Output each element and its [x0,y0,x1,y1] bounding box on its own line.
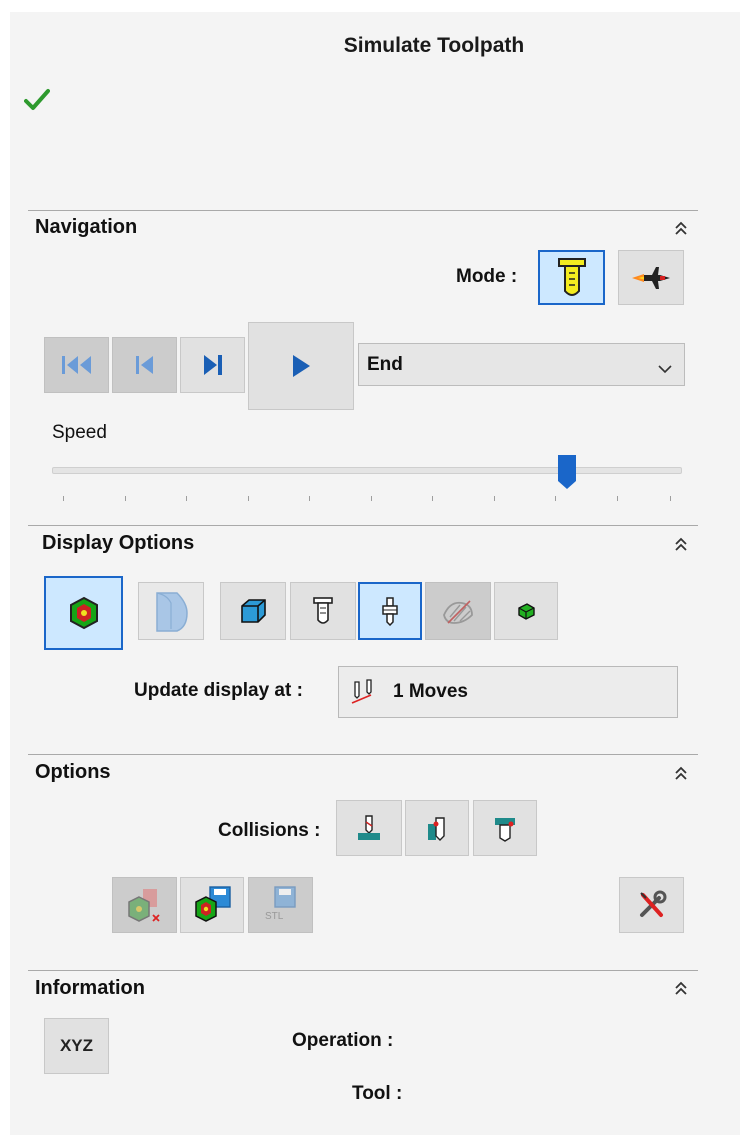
display-stock-button[interactable] [44,576,123,650]
collision-rapid-icon [495,818,515,842]
clear-stock-icon [127,889,160,922]
display-solid-button[interactable] [220,582,286,640]
step-back-button[interactable] [112,337,177,393]
play-button[interactable] [248,322,354,410]
step-mode-select[interactable]: End [358,343,685,386]
collapse-information-icon[interactable] [674,980,690,996]
collision-holder-button[interactable] [405,800,469,856]
display-toolpath-button[interactable] [425,582,491,640]
operation-label: Operation : [292,1030,394,1051]
tool-holder-icon [382,597,398,626]
xyz-button[interactable]: XYZ [44,1018,109,1074]
solid-cube-icon [241,599,266,623]
save-stock-button[interactable] [180,877,244,933]
divider [28,210,698,211]
display-transparent-button[interactable] [138,582,204,640]
fixture-icon [518,603,535,620]
simulate-toolpath-panel [10,12,740,1135]
update-display-label: Update display at : [134,680,303,701]
step-mode-value: End [367,353,403,375]
section-options-header: Options [35,761,111,783]
save-stl-icon: STL [265,886,296,922]
mode-label: Mode : [456,266,518,287]
page-title: Simulate Toolpath [343,34,525,57]
divider [28,754,698,755]
collision-shank-icon [358,815,380,840]
transparent-stock-icon [156,592,188,632]
divider [28,970,698,971]
clear-stock-button[interactable] [112,877,177,933]
tool-label: Tool : [352,1083,403,1104]
play-icon [293,355,310,377]
chevron-down-icon [658,358,672,380]
svg-text:STL: STL [265,911,284,922]
mode-tool-button[interactable] [538,250,605,305]
divider [28,525,698,526]
update-display-button[interactable]: 1 Moves [338,666,678,718]
step-forward-icon [203,355,222,375]
mode-rapid-button[interactable] [618,250,684,305]
display-tool-button[interactable] [290,582,356,640]
section-display-options-header: Display Options [42,532,195,554]
step-forward-button[interactable] [180,337,245,393]
section-navigation-header: Navigation [35,216,138,238]
display-fixture-button[interactable] [494,582,558,640]
collapse-options-icon[interactable] [674,765,690,781]
save-stock-icon [195,886,231,922]
toolpath-icon [443,600,473,624]
display-holder-button[interactable] [358,582,422,640]
section-information-header: Information [35,977,145,999]
speed-label: Speed [52,422,107,443]
ok-check-icon[interactable] [24,88,50,117]
collapse-display-options-icon[interactable] [674,536,690,552]
collision-holder-icon [428,817,445,841]
tool-mode-icon [557,257,586,296]
collapse-navigation-icon[interactable] [674,220,690,236]
save-stl-button[interactable]: STL [248,877,313,933]
tool-icon [313,597,333,624]
speed-slider-track[interactable] [52,467,682,474]
stock-display-icon [69,596,98,630]
collision-rapid-button[interactable] [473,800,537,856]
collision-shank-button[interactable] [336,800,402,856]
wrench-screwdriver-icon [639,890,666,917]
update-display-value: 1 Moves [393,681,468,702]
go-to-start-button[interactable] [44,337,109,393]
rapid-mode-icon [632,266,670,289]
collisions-label: Collisions : [218,820,321,841]
skip-to-start-icon [61,356,91,374]
moves-icon [351,679,372,704]
step-back-icon [135,356,153,374]
speed-slider-thumb[interactable] [556,453,578,496]
settings-tools-button[interactable] [619,877,684,933]
